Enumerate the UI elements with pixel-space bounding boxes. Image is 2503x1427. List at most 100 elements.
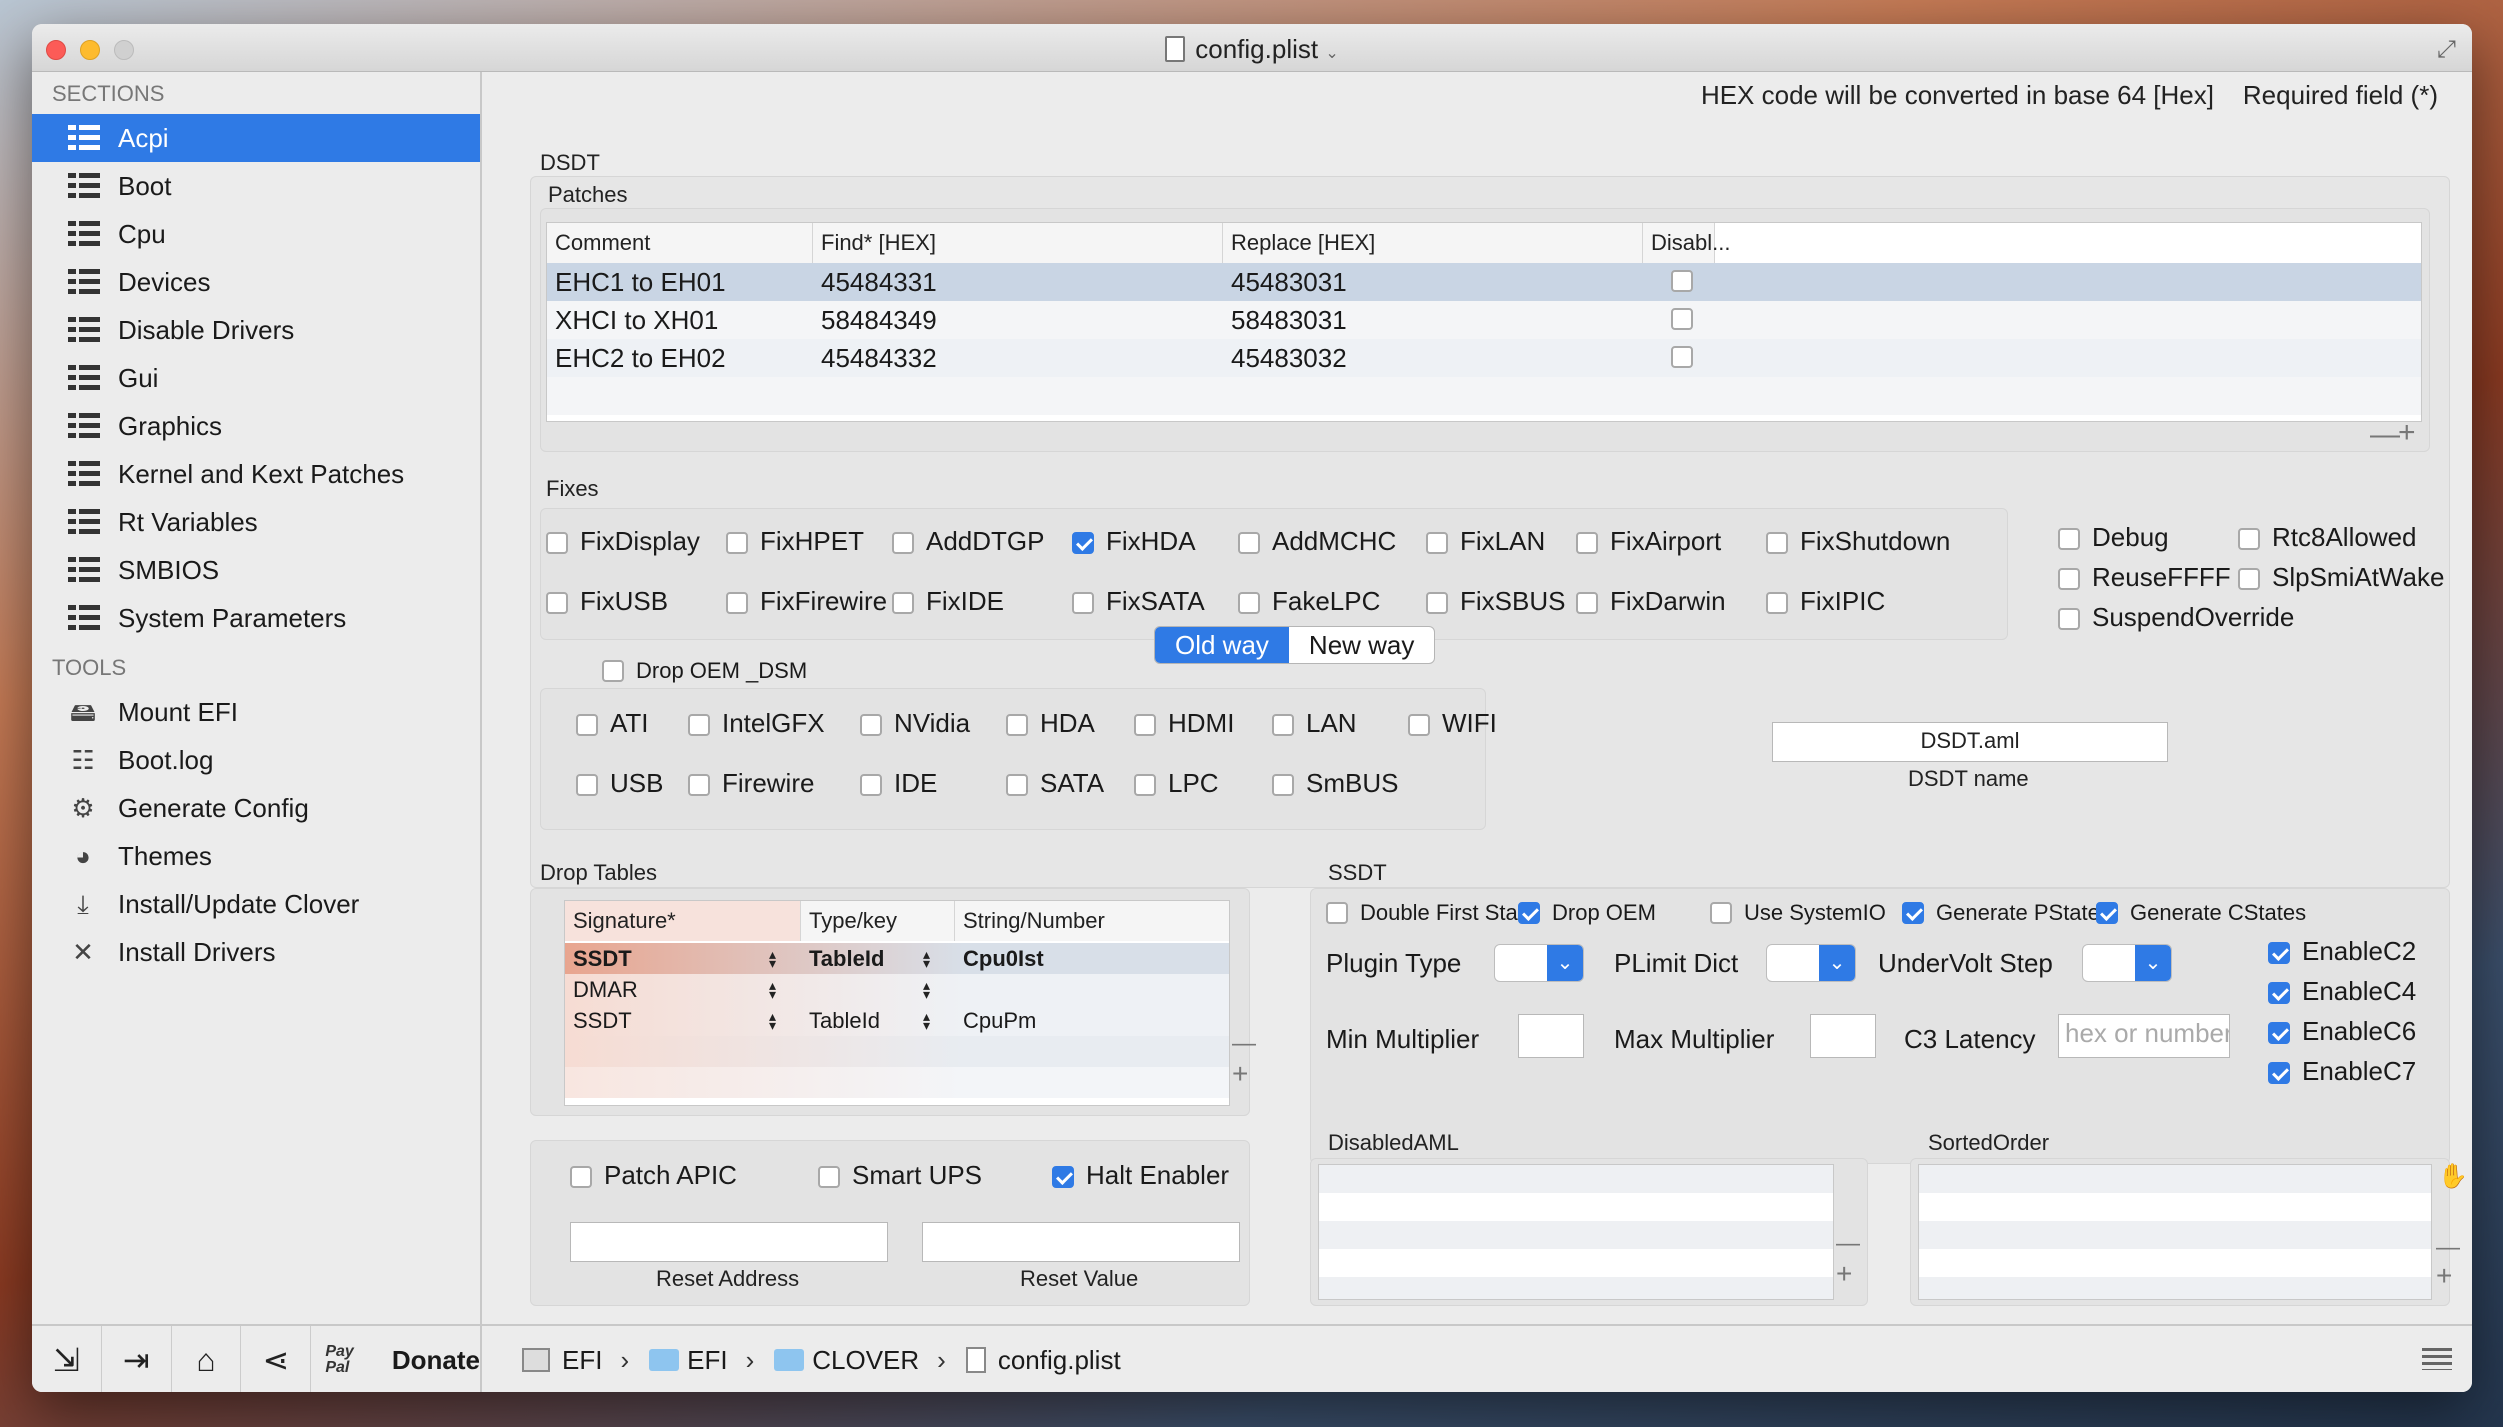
checkbox-box[interactable] <box>1426 532 1448 554</box>
add-disabled-aml-button[interactable]: + <box>1836 1258 1852 1290</box>
checkbox-l[interactable]: Drop OEM <box>1518 900 1656 926</box>
window-title-area[interactable]: config.plist ⌄ <box>32 34 2472 65</box>
checkbox-6[interactable]: WIFI <box>1408 708 1497 739</box>
checkbox-box[interactable] <box>1766 592 1788 614</box>
sidebar-item-boot[interactable]: Boot <box>32 162 480 210</box>
breadcrumb-item[interactable]: config.plist <box>998 1345 1121 1376</box>
table-row[interactable]: EHC1 to EH01 45484331 45483031 <box>547 263 2421 301</box>
checkbox-box[interactable] <box>1272 774 1294 796</box>
disabled-aml-list[interactable] <box>1318 1164 1834 1300</box>
checkbox-l[interactable]: SuspendOverride <box>2058 602 2294 633</box>
checkbox-box[interactable] <box>1006 714 1028 736</box>
checkbox-l[interactable]: FixSBUS <box>1426 586 1565 617</box>
column-header[interactable]: String/Number <box>955 901 1229 941</box>
checkbox-5[interactable]: SmBUS <box>1272 768 1398 799</box>
checkbox-box[interactable] <box>726 592 748 614</box>
checkbox-l[interactable]: FixAirport <box>1576 526 1721 557</box>
checkbox-l[interactable]: Rtc8Allowed <box>2238 522 2417 553</box>
checkbox-l[interactable]: ReuseFFFF <box>2058 562 2231 593</box>
checkbox-box[interactable] <box>546 592 568 614</box>
checkbox-box[interactable] <box>576 714 598 736</box>
checkbox-l[interactable]: SlpSmiAtWake <box>2238 562 2444 593</box>
add-sorted-order-button[interactable]: + <box>2436 1260 2452 1292</box>
checkbox-l[interactable]: FixDisplay <box>546 526 700 557</box>
checkbox-l[interactable]: FixIPIC <box>1766 586 1885 617</box>
checkbox-box[interactable] <box>860 714 882 736</box>
reset-value-field[interactable] <box>922 1222 1240 1262</box>
hand-icon[interactable]: ✋ <box>2438 1162 2468 1191</box>
export-icon[interactable]: ⇥ <box>102 1326 172 1392</box>
home-icon[interactable]: ⌂ <box>172 1326 242 1392</box>
column-header[interactable]: Type/key <box>801 901 955 941</box>
sidebar-item-acpi[interactable]: Acpi <box>32 114 480 162</box>
remove-drop-table-button[interactable]: — <box>1232 1030 1256 1058</box>
halt-enabler-checkbox[interactable]: Halt Enabler <box>1052 1160 1229 1191</box>
checkbox-box[interactable] <box>1326 902 1348 924</box>
checkbox-box[interactable] <box>1238 592 1260 614</box>
add-drop-table-button[interactable]: + <box>1232 1058 1248 1090</box>
donate-button[interactable]: Pay Pal Donate <box>311 1344 480 1376</box>
disable-checkbox[interactable] <box>1671 308 1693 330</box>
checkbox-box[interactable] <box>1518 902 1540 924</box>
checkbox-box[interactable] <box>576 774 598 796</box>
checkbox-box[interactable] <box>2058 528 2080 550</box>
checkbox-box[interactable] <box>1134 774 1156 796</box>
checkbox-box[interactable] <box>1238 532 1260 554</box>
checkbox-box[interactable] <box>1766 532 1788 554</box>
sidebar-item-gui[interactable]: Gui <box>32 354 480 402</box>
sidebar-item-rt-variables[interactable]: Rt Variables <box>32 498 480 546</box>
patches-table[interactable]: Comment Find* [HEX] Replace [HEX] Disabl...… <box>546 222 2422 422</box>
table-row[interactable]: DMAR ▴ ▾ ▴ ▾ <box>565 974 1229 1005</box>
stepper-icon[interactable]: ▾ <box>769 987 776 1001</box>
checkbox-box[interactable] <box>1072 592 1094 614</box>
plugin-type-popup[interactable]: ⌄ <box>1494 944 1584 982</box>
remove-disabled-aml-button[interactable]: — <box>1836 1230 1860 1258</box>
sidebar-item-kernel-and-kext-patches[interactable]: Kernel and Kext Patches <box>32 450 480 498</box>
checkbox-box[interactable] <box>1902 902 1924 924</box>
undervolt-step-popup[interactable]: ⌄ <box>2082 944 2172 982</box>
checkbox-l[interactable]: FixIDE <box>892 586 1004 617</box>
checkbox-5[interactable]: LAN <box>1272 708 1357 739</box>
checkbox-box[interactable] <box>2238 528 2260 550</box>
checkbox-box[interactable] <box>1052 1166 1074 1188</box>
checkbox-box[interactable] <box>2268 1062 2290 1084</box>
tool-item-install-drivers[interactable]: ✕ Install Drivers <box>32 928 480 976</box>
drop-tables-table[interactable]: Signature* Type/key String/Number SSDT Table… <box>564 900 1230 1106</box>
sorted-order-list[interactable] <box>1918 1164 2432 1300</box>
checkbox-box[interactable] <box>1576 592 1598 614</box>
checkbox-box[interactable] <box>2238 568 2260 590</box>
checkbox-box[interactable] <box>1006 774 1028 796</box>
checkbox-0[interactable]: USB <box>576 768 663 799</box>
checkbox-l[interactable]: Generate PStates <box>1902 900 2111 926</box>
column-header[interactable]: Replace [HEX] <box>1223 223 1643 263</box>
checkbox-l[interactable]: FixUSB <box>546 586 668 617</box>
min-multiplier-field[interactable] <box>1518 1014 1584 1058</box>
checkbox-box[interactable] <box>546 532 568 554</box>
checkbox-4[interactable]: HDMI <box>1134 708 1234 739</box>
checkbox-box[interactable] <box>818 1166 840 1188</box>
checkbox-4[interactable]: LPC <box>1134 768 1219 799</box>
add-patch-button[interactable]: + <box>2398 416 2416 450</box>
checkbox-1[interactable]: IntelGFX <box>688 708 825 739</box>
checkbox-2[interactable]: IDE <box>860 768 937 799</box>
reset-address-field[interactable] <box>570 1222 888 1262</box>
checkbox-box[interactable] <box>860 774 882 796</box>
patch-apic-checkbox[interactable]: Patch APIC <box>570 1160 737 1191</box>
tool-item-mount-efi[interactable]: 🖴 Mount EFI <box>32 688 480 736</box>
column-header[interactable]: Disabl... <box>1643 223 1730 263</box>
checkbox-box[interactable] <box>1426 592 1448 614</box>
checkbox-l[interactable]: FixDarwin <box>1576 586 1726 617</box>
checkbox-l[interactable]: FakeLPC <box>1238 586 1380 617</box>
checkbox-0[interactable]: EnableC2 <box>2268 936 2416 967</box>
checkbox-box[interactable] <box>2268 942 2290 964</box>
tool-item-generate-config[interactable]: ⚙ Generate Config <box>32 784 480 832</box>
checkbox-0[interactable]: ATI <box>576 708 649 739</box>
disable-checkbox[interactable] <box>1671 346 1693 368</box>
sidebar-item-system-parameters[interactable]: System Parameters <box>32 594 480 642</box>
checkbox-l[interactable]: FixShutdown <box>1766 526 1950 557</box>
checkbox-box[interactable] <box>2268 982 2290 1004</box>
checkbox-box[interactable] <box>892 592 914 614</box>
disable-checkbox[interactable] <box>1671 270 1693 292</box>
checkbox-2[interactable]: EnableC6 <box>2268 1016 2416 1047</box>
stepper-icon[interactable]: ▾ <box>769 1018 776 1032</box>
